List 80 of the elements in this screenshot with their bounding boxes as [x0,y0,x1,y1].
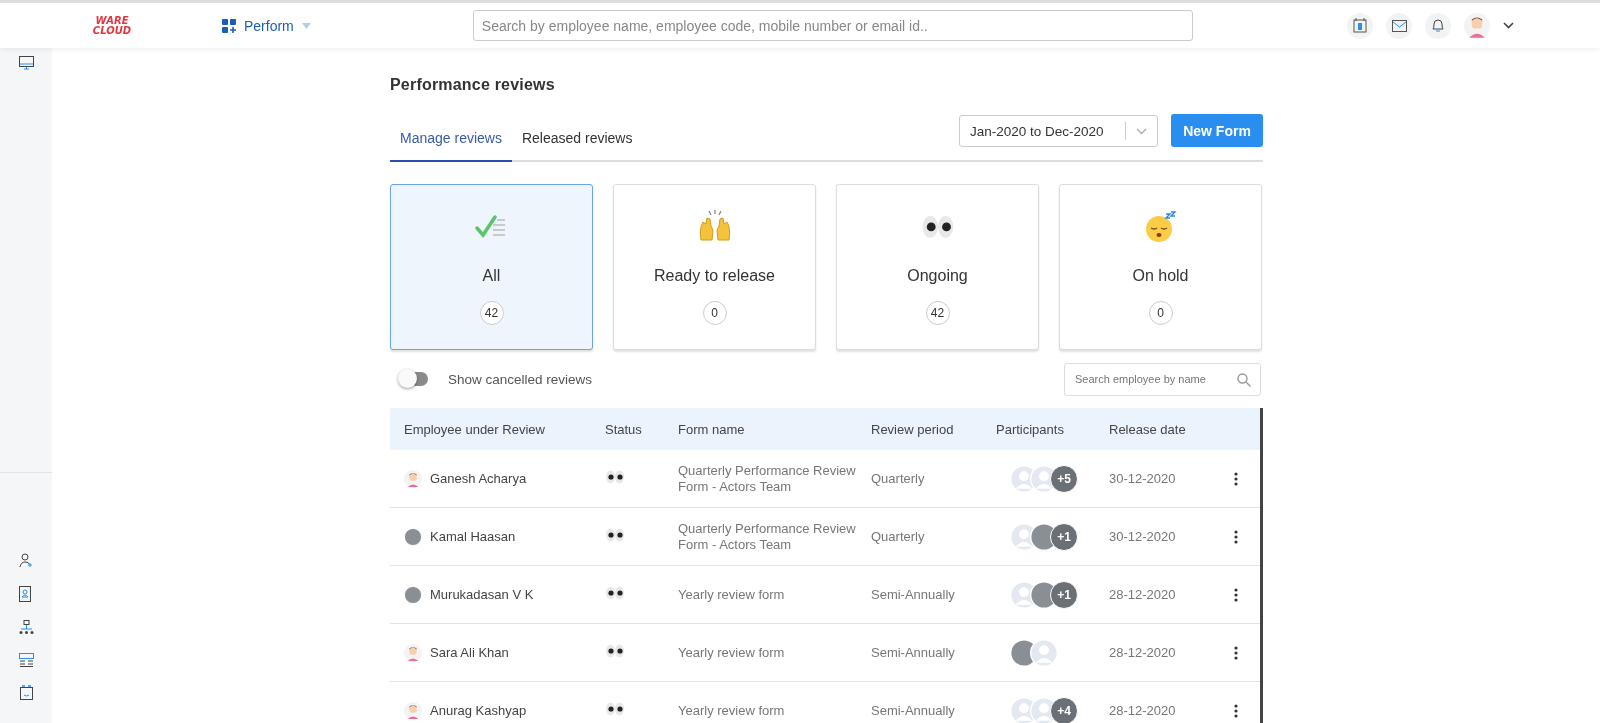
card-label: All [482,267,501,285]
search-icon [1237,372,1251,387]
eyes-icon [605,470,625,484]
form-name: Yearly review form [678,702,786,719]
status-card[interactable]: Ready to release 0 [613,184,816,350]
count-badge: 0 [702,301,727,325]
employee-name: Anurag Kashyap [430,703,527,718]
logo[interactable]: WARE CLOUD [82,16,142,35]
notification-icon[interactable] [1425,12,1451,39]
eyes-icon [605,702,625,716]
employee-name: Kamal Haasan [430,529,516,544]
card-label: Ready to release [654,267,775,285]
column-header: Employee under Review [403,421,546,437]
release-date: 28-12-2020 [1109,703,1177,718]
form-name: Quarterly Performance Review Form - Actors Team [678,462,857,495]
review-period: Quarterly [871,471,926,486]
count-badge: 42 [479,301,504,325]
tab[interactable]: Released reviews [511,130,643,162]
employee-name: Sara Ali Khan [430,645,509,660]
release-date: 28-12-2020 [1109,645,1177,660]
column-header: Participants [996,421,1065,437]
release-date: 30-12-2020 [1109,529,1177,544]
card-label: On hold [1132,267,1189,285]
status-card[interactable]: On hold 0 [1059,184,1262,350]
card-label: Ongoing [907,267,968,285]
calendar-icon[interactable] [1347,12,1373,39]
employee-avatar [404,701,422,720]
eyes-icon [920,215,955,239]
chevron-down-icon [1136,127,1147,135]
employee-name: Ganesh Acharya [430,471,527,486]
release-date: 28-12-2020 [1109,587,1177,602]
employee-avatar [404,469,422,488]
employee-avatar [404,643,422,662]
participant-avatar [1030,638,1058,667]
user-avatar [1464,12,1490,39]
module-menu[interactable]: Perform [222,17,311,34]
count-badge: 0 [1148,301,1173,325]
column-header: Release date [1109,421,1187,437]
contact-card-icon[interactable] [19,586,33,602]
review-period: Quarterly [871,529,926,544]
eyes-icon [605,586,625,600]
form-name: Quarterly Performance Review Form - Actors Team [678,520,857,553]
review-period: Semi-Annually [871,645,956,660]
add-user-icon[interactable] [18,553,34,568]
participant-count: +1 [1050,580,1078,609]
grid-plus-icon [222,18,236,33]
period-select[interactable]: Jan-2020 to Dec-2020 [959,115,1158,147]
toggle-switch[interactable] [400,372,428,386]
sleeping-face-icon [1143,211,1178,243]
search-field[interactable]: Search by employee name, employee code, mobile number or email id.. [472,10,1193,41]
column-header: Status [605,421,643,437]
employee-search-field[interactable]: Search employee by name [1064,362,1261,396]
chevron-down-icon[interactable] [1503,22,1514,29]
participant-count: +4 [1050,696,1078,723]
mail-icon[interactable] [1386,12,1412,39]
form-name: Yearly review form [678,586,786,603]
tab[interactable]: Manage reviews [390,130,512,162]
employee-avatar [404,585,422,604]
form-name: Yearly review form [678,644,786,661]
caret-icon [301,22,311,29]
participant-count: +1 [1050,522,1078,551]
release-date: 30-12-2020 [1109,471,1177,486]
face-scan-icon[interactable] [18,685,34,700]
column-header: Form name [678,421,746,437]
monitor-icon[interactable] [18,56,34,70]
status-card[interactable]: Ongoing 42 [836,184,1039,350]
column-header: Review period [871,421,955,437]
hierarchy-icon[interactable] [18,620,34,635]
toggle-label: Show cancelled reviews [448,371,593,387]
eyes-icon [605,528,625,542]
employee-name: Murukadasan V K [430,587,534,602]
count-badge: 42 [925,301,950,325]
page-title: Performance reviews [390,76,556,94]
review-period: Semi-Annually [871,703,956,718]
participant-count: +5 [1050,464,1078,493]
employee-avatar [404,527,422,546]
eyes-icon [605,644,625,658]
status-card[interactable]: All 42 [390,184,593,350]
review-period: Semi-Annually [871,587,956,602]
form-list-icon[interactable] [18,653,34,667]
